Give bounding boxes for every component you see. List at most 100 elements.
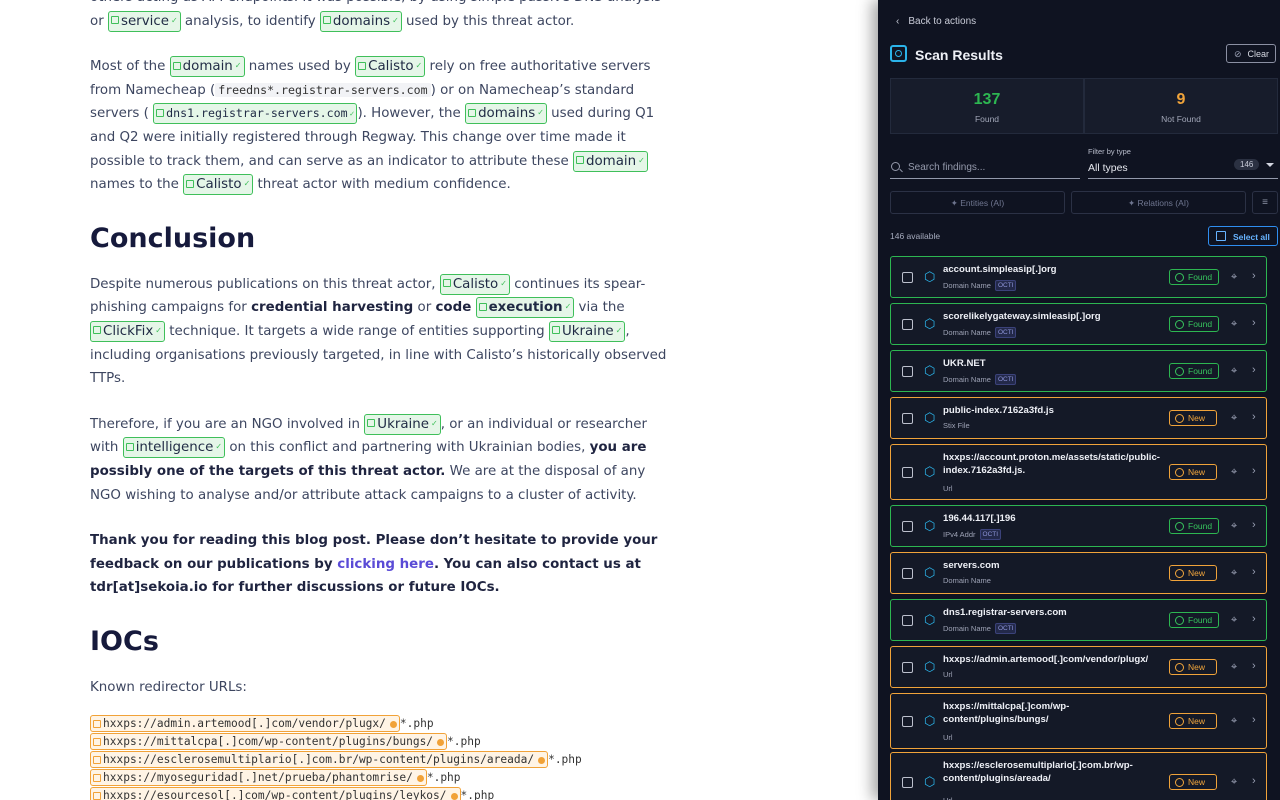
entity-highlight[interactable]: domain ✓ xyxy=(169,56,245,78)
chevron-right-icon[interactable]: › xyxy=(1252,317,1256,329)
clear-icon: ⊘ xyxy=(1234,49,1242,59)
hexagon-icon: ⬡ xyxy=(924,316,936,331)
row-checkbox[interactable] xyxy=(902,777,913,788)
result-row[interactable]: ⬡ hxxps://mittalcpa[.]com/wp-content/plug… xyxy=(890,693,1267,749)
chevron-right-icon[interactable]: › xyxy=(1252,411,1256,423)
chevron-right-icon[interactable]: › xyxy=(1252,364,1256,376)
paragraph-namecheap: Most of the domain ✓ names used by Calist… xyxy=(90,55,675,197)
ioc-highlight[interactable]: hxxps://esourcesol[.]com/wp-content/plug… xyxy=(90,787,461,800)
row-checkbox[interactable] xyxy=(902,272,913,283)
target-icon[interactable]: ⌖ xyxy=(1231,413,1241,424)
result-row[interactable]: ⬡ UKR.NET Domain Name OCTI Found ⌖ › xyxy=(890,350,1267,392)
relations-ai-button[interactable]: ✦ Relations (AI) xyxy=(1071,191,1246,214)
result-row[interactable]: ⬡ dns1.registrar-servers.com Domain Name OC… xyxy=(890,599,1267,641)
result-row[interactable]: ⬡ hxxps://account.proton.me/assets/static… xyxy=(890,444,1267,500)
chevron-right-icon[interactable]: › xyxy=(1252,519,1256,531)
text: technique. It targets a wide range of en… xyxy=(169,323,545,339)
ioc-line: hxxps://esourcesol[.]com/wp-content/plug… xyxy=(90,787,675,800)
clear-button[interactable]: ⊘ Clear xyxy=(1226,44,1276,63)
hexagon-icon: ⬡ xyxy=(924,612,936,627)
chevron-right-icon[interactable]: › xyxy=(1252,566,1256,578)
ioc-highlight[interactable]: hxxps://admin.artemood[.]com/vendor/plug… xyxy=(90,715,400,733)
hexagon-icon: ⬡ xyxy=(924,363,936,378)
entity-highlight[interactable]: Ukraine ✓ xyxy=(548,320,626,342)
target-icon[interactable]: ⌖ xyxy=(1231,568,1241,579)
result-row[interactable]: ⬡ hxxps://esclerosemultiplario[.]com.br/w… xyxy=(890,752,1267,800)
result-name: 196.44.117[.]196 xyxy=(943,513,1016,524)
status-badge: Found xyxy=(1169,518,1219,534)
entities-ai-button[interactable]: ✦ Entities (AI) xyxy=(890,191,1065,214)
info-icon xyxy=(1175,367,1184,376)
entity-highlight[interactable]: Ukraine ✓ xyxy=(364,413,441,435)
result-row[interactable]: ⬡ 196.44.117[.]196 IPv4 Addr OCTI Found ⌖ › xyxy=(890,505,1267,547)
text: used by this threat actor. xyxy=(406,13,575,29)
row-checkbox[interactable] xyxy=(902,467,913,478)
entity-highlight[interactable]: service ✓ xyxy=(107,10,181,32)
target-icon[interactable]: ⌖ xyxy=(1231,521,1241,532)
result-row[interactable]: ⬡ account.simpleasip[.]org Domain Name OCTI… xyxy=(890,256,1267,298)
chevron-right-icon[interactable]: › xyxy=(1252,465,1256,477)
chevron-right-icon[interactable]: › xyxy=(1252,775,1256,787)
new-dot-icon xyxy=(416,774,424,782)
search-input[interactable]: Search findings... xyxy=(890,157,1080,179)
result-row[interactable]: ⬡ servers.com Domain Name New ⌖ › xyxy=(890,552,1267,594)
info-icon xyxy=(1175,717,1184,726)
ioc-highlight[interactable]: hxxps://myoseguridad[.]net/prueba/phanto… xyxy=(90,769,427,787)
select-all-button[interactable]: Select all xyxy=(1208,226,1278,246)
entity-highlight[interactable]: dns1.registrar-servers.com ✓ xyxy=(153,103,358,124)
scan-icon xyxy=(890,45,907,62)
entity-highlight[interactable]: Calisto ✓ xyxy=(439,273,510,295)
info-icon xyxy=(1175,778,1184,787)
back-to-actions-link[interactable]: ‹ Back to actions xyxy=(896,16,976,27)
row-checkbox[interactable] xyxy=(902,366,913,377)
entity-highlight[interactable]: execution ✓ xyxy=(475,297,575,319)
text: via the xyxy=(578,300,625,316)
result-name: hxxps://esclerosemultiplario[.]com.br/wp… xyxy=(943,760,1133,784)
entity-highlight[interactable]: intelligence ✓ xyxy=(122,437,226,459)
sort-button[interactable]: ≡ xyxy=(1252,191,1278,214)
ioc-suffix: *.php xyxy=(426,771,461,785)
chevron-right-icon[interactable]: › xyxy=(1252,270,1256,282)
target-icon[interactable]: ⌖ xyxy=(1231,467,1241,478)
row-checkbox[interactable] xyxy=(902,662,913,673)
target-icon[interactable]: ⌖ xyxy=(1231,319,1241,330)
result-row[interactable]: ⬡ scorelikelygateway.simleasip[.]org Domai… xyxy=(890,303,1267,345)
entity-highlight[interactable]: domain ✓ xyxy=(572,150,648,172)
chevron-right-icon[interactable]: › xyxy=(1252,714,1256,726)
row-checkbox[interactable] xyxy=(902,413,913,424)
row-checkbox[interactable] xyxy=(902,319,913,330)
text: Despite numerous publications on this th… xyxy=(90,276,436,292)
entity-highlight[interactable]: Calisto ✓ xyxy=(355,56,426,78)
info-icon xyxy=(1175,663,1184,672)
chevron-right-icon[interactable]: › xyxy=(1252,613,1256,625)
entity-highlight[interactable]: domains ✓ xyxy=(319,10,402,32)
target-icon[interactable]: ⌖ xyxy=(1231,366,1241,377)
chevron-left-icon: ‹ xyxy=(896,16,900,27)
result-row[interactable]: ⬡ public-index.7162a3fd.js Stix File New ⌖ › xyxy=(890,397,1267,439)
entity-highlight[interactable]: ClickFix ✓ xyxy=(90,320,165,342)
target-icon[interactable]: ⌖ xyxy=(1231,777,1241,788)
entity-highlight[interactable]: Calisto ✓ xyxy=(183,174,254,196)
info-icon xyxy=(1175,569,1184,578)
row-checkbox[interactable] xyxy=(902,568,913,579)
target-icon[interactable]: ⌖ xyxy=(1231,272,1241,283)
iocs-intro: Known redirector URLs: xyxy=(90,679,247,695)
row-checkbox[interactable] xyxy=(902,716,913,727)
type-filter-select[interactable]: Filter by type All types 146 xyxy=(1088,146,1278,179)
target-icon[interactable]: ⌖ xyxy=(1231,615,1241,626)
row-checkbox[interactable] xyxy=(902,521,913,532)
result-type: Domain Name OCTI xyxy=(943,280,1017,291)
ioc-highlight[interactable]: hxxps://esclerosemultiplario[.]com.br/wp… xyxy=(90,751,549,769)
entity-highlight[interactable]: domains ✓ xyxy=(465,103,547,125)
ioc-highlight[interactable]: hxxps://mittalcpa[.]com/wp-content/plugi… xyxy=(90,733,448,751)
target-icon[interactable]: ⌖ xyxy=(1231,716,1241,727)
checkbox-icon xyxy=(1216,231,1226,241)
row-checkbox[interactable] xyxy=(902,615,913,626)
feedback-link[interactable]: clicking here xyxy=(337,557,434,572)
result-row[interactable]: ⬡ hxxps://admin.artemood[.]com/vendor/plu… xyxy=(890,646,1267,688)
result-type: IPv4 Addr OCTI xyxy=(943,529,1002,540)
result-type: Domain Name OCTI xyxy=(943,374,1017,385)
target-icon[interactable]: ⌖ xyxy=(1231,662,1241,673)
chevron-right-icon[interactable]: › xyxy=(1252,660,1256,672)
result-name: scorelikelygateway.simleasip[.]org xyxy=(943,311,1101,322)
